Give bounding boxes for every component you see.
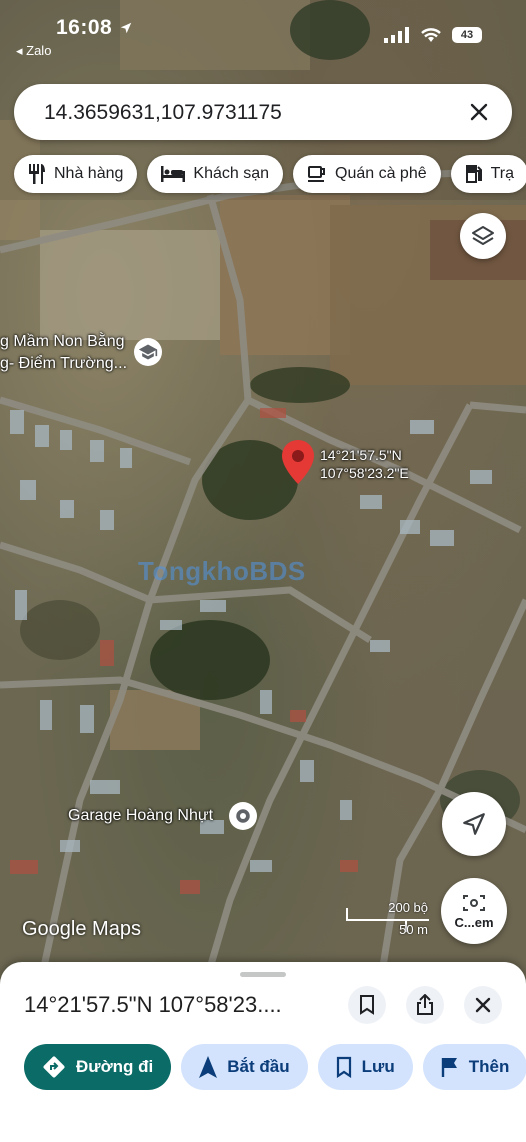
flag-icon [441,1058,457,1077]
my-location-button[interactable] [442,792,506,856]
directions-button[interactable]: Đường đi [24,1044,172,1090]
chip-gas-stations[interactable]: Trạ [450,155,526,193]
status-time: 16:08 [56,16,133,40]
scale-bar: 200 bộ 50 m [346,900,430,938]
action-label: Bắt đầu [227,1057,290,1076]
status-bar: 16:08 ◂ Zalo 43 [0,0,526,64]
action-label: Thên [468,1057,510,1076]
garage-marker-icon[interactable] [229,802,257,830]
battery-icon: 43 [452,27,482,43]
restaurant-icon [29,164,45,184]
start-button[interactable]: Bắt đầu [181,1044,308,1090]
save-button[interactable]: Lưu [317,1044,413,1090]
location-arrow-icon [120,23,131,34]
coffee-icon [308,166,325,182]
camera-icon [463,894,485,911]
navigation-arrow-icon [463,813,485,835]
camera-search-button[interactable]: C...em [441,878,507,944]
place-title: 14°21'57.5"N 107°58'23.... [24,992,282,1017]
clock: 16:08 [56,16,113,39]
navigation-icon [199,1056,218,1078]
search-input[interactable] [42,98,446,128]
share-icon [417,994,433,1015]
pin-longitude: 107°58'23.2"E [320,465,409,481]
category-chips: Nhà hàng Khách sạn Quán cà phê Trạ [14,155,526,193]
drag-handle[interactable] [240,972,286,977]
close-sheet-button[interactable] [464,986,502,1024]
scale-imperial: 200 bộ [388,900,428,915]
layers-button[interactable] [460,213,506,259]
layers-icon [472,226,494,245]
pin-latitude: 14°21'57.5"N [320,447,402,463]
map-view[interactable]: g Mầm Non Bằng g- Điểm Trường... 14°21'5… [0,0,526,985]
school-marker-icon[interactable] [134,338,162,366]
chip-label: Trạ [490,165,515,182]
chip-hotels[interactable]: Khách sạn [147,155,283,193]
garage-label[interactable]: Garage Hoàng Nhựt [68,807,213,825]
back-app-label: Zalo [26,43,52,58]
camera-label: C...em [454,914,494,930]
chip-cafes[interactable]: Quán cà phê [293,155,441,193]
action-buttons: Đường đi Bắt đầu Lưu Thên [24,1044,526,1090]
close-icon [470,103,488,121]
chip-label: Khách sạn [193,165,269,182]
bookmark-icon [336,1056,351,1078]
place-bottom-sheet[interactable]: 14°21'57.5"N 107°58'23.... Đường đi Bắt … [0,962,526,1142]
scale-metric: 50 m [399,922,428,937]
action-label: Lưu [361,1057,395,1076]
watermark: TongkhoBDS [138,556,306,586]
status-icons: 43 [384,27,482,43]
bookmark-icon [360,995,374,1015]
save-bookmark-button[interactable] [348,986,386,1024]
google-maps-attribution: Google Maps [22,918,141,940]
chip-restaurants[interactable]: Nhà hàng [14,155,138,193]
share-button[interactable] [406,986,444,1024]
close-icon [475,997,491,1013]
action-label: Đường đi [76,1057,154,1076]
hotel-icon [161,166,186,182]
signal-icon [384,27,409,43]
add-label-button[interactable]: Thên [422,1044,526,1090]
chip-label: Nhà hàng [54,165,124,182]
chip-label: Quán cà phê [335,165,427,182]
back-to-app[interactable]: ◂ Zalo [16,43,51,59]
directions-icon [43,1056,65,1078]
school-label-line2[interactable]: g- Điểm Trường... [0,355,127,373]
wifi-icon [421,28,441,42]
school-label-line1[interactable]: g Mầm Non Bằng [0,333,125,351]
location-pin-icon[interactable] [282,440,314,484]
search-bar[interactable] [14,84,512,140]
pin-coordinates: 14°21'57.5"N 107°58'23.2"E [320,446,409,482]
gas-station-icon [465,165,482,183]
clear-search-button[interactable] [464,97,494,127]
